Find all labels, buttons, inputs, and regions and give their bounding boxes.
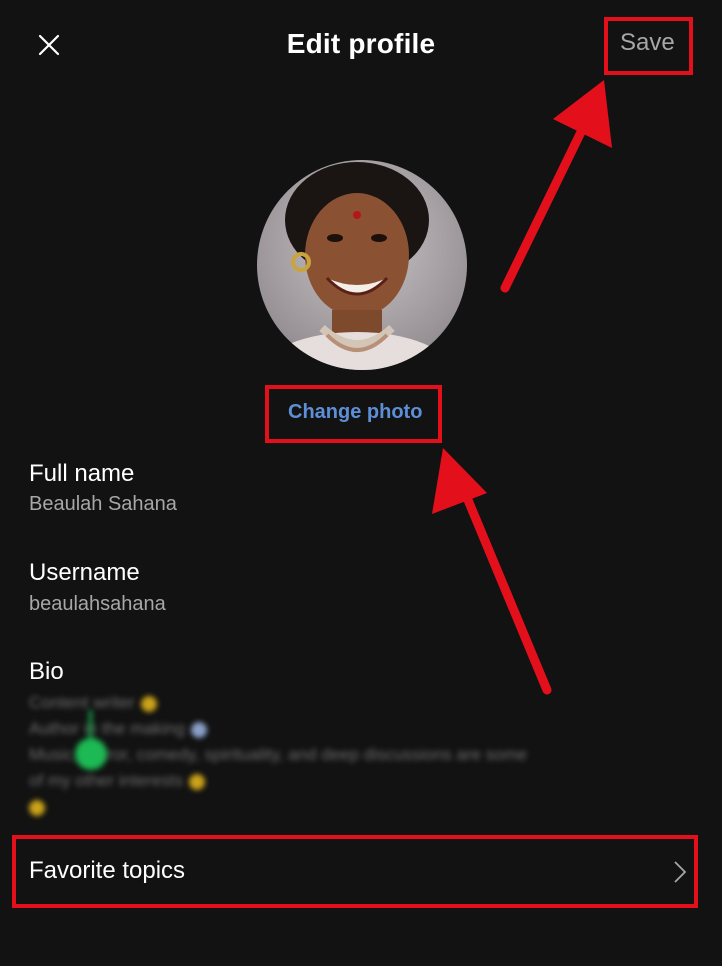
arrow-head-save [553, 80, 612, 148]
emoji-icon [29, 799, 45, 816]
bio-label: Bio [29, 658, 64, 685]
change-photo-highlight-box [265, 385, 442, 443]
emoji-icon [189, 773, 206, 790]
bio-line-3: Music, horror, comedy, spirituality, and… [29, 745, 528, 764]
username-label: Username [29, 559, 140, 586]
avatar-photo [257, 160, 467, 370]
emoji-icon [140, 695, 157, 712]
full-name-label: Full name [29, 460, 135, 487]
avatar[interactable] [257, 160, 467, 370]
text-cursor-handle[interactable] [73, 710, 109, 780]
bio-field[interactable]: Content writer Author in the making Musi… [29, 690, 689, 820]
save-highlight-box [604, 17, 693, 75]
username-field[interactable]: beaulahsahana [29, 593, 166, 616]
arrow-head-change-photo [432, 448, 487, 514]
favorite-topics-highlight-box [12, 835, 698, 908]
emoji-icon [190, 721, 207, 738]
cursor-handle-icon [75, 710, 107, 770]
full-name-field[interactable]: Beaulah Sahana [29, 493, 177, 516]
